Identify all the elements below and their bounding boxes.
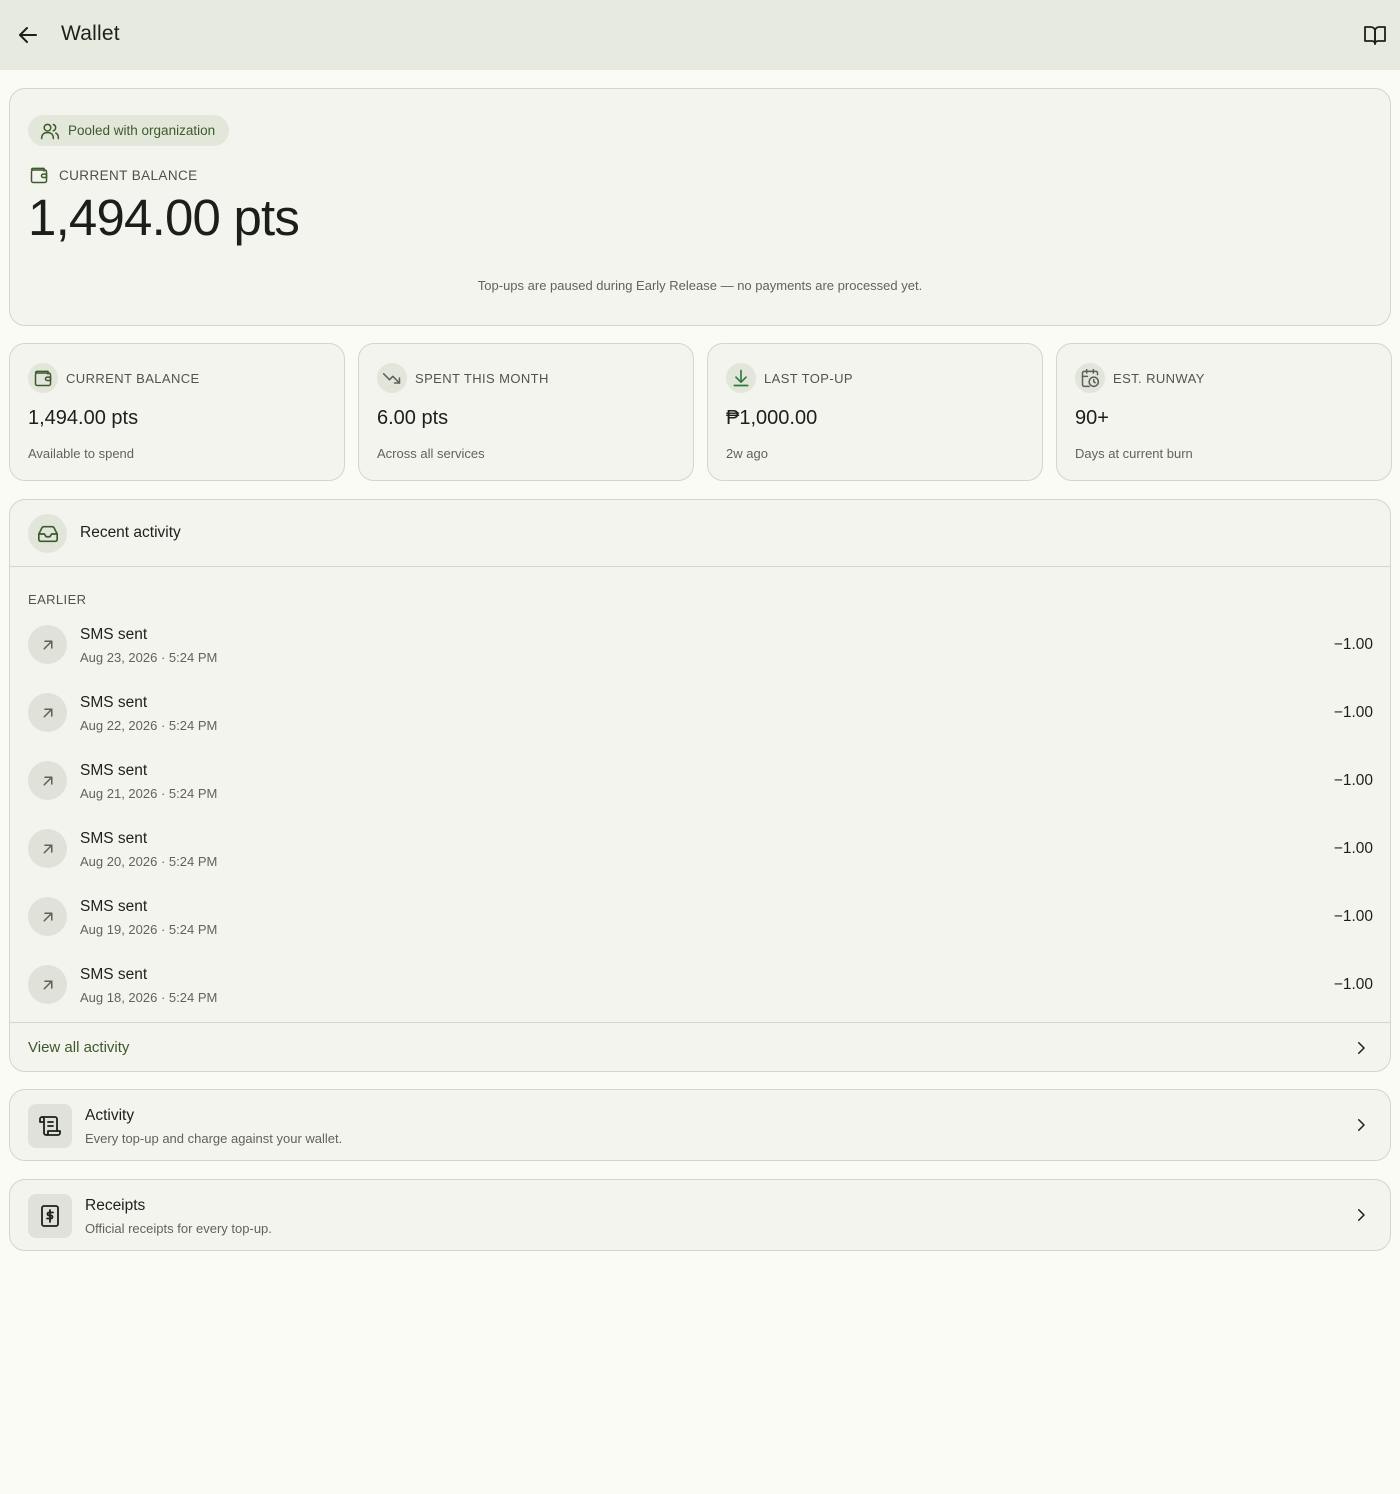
stat-card-last-top-up: LAST TOP-UP ₱1,000.00 2w ago <box>707 343 1043 481</box>
group-label-earlier: EARLIER <box>28 592 87 607</box>
activity-date: Aug 20, 2026 · 5:24 PM <box>80 854 218 869</box>
activity-amount: −1.00 <box>1333 704 1373 721</box>
stat-label: LAST TOP-UP <box>764 370 853 386</box>
nav-card-title: Receipts <box>85 1197 146 1214</box>
stat-head: SPENT THIS MONTH <box>377 363 549 393</box>
chevron-right-icon <box>1352 1039 1370 1057</box>
wallet-icon <box>30 167 48 184</box>
activity-date: Aug 23, 2026 · 5:24 PM <box>80 650 218 665</box>
page-title: Wallet <box>61 22 120 45</box>
stat-card-current-balance: CURRENT BALANCE 1,494.00 pts Available t… <box>9 343 345 481</box>
receipt-icon <box>28 1194 72 1238</box>
stat-card-est-runway: EST. RUNWAY 90+ Days at current burn <box>1056 343 1392 481</box>
arrow-up-right-icon <box>28 965 67 1004</box>
stat-head: CURRENT BALANCE <box>28 363 200 393</box>
activity-nav-card[interactable]: Activity Every top-up and charge against… <box>9 1089 1391 1161</box>
download-icon <box>726 363 756 393</box>
view-all-activity-link[interactable]: View all activity <box>10 1022 1390 1071</box>
activity-date: Aug 21, 2026 · 5:24 PM <box>80 786 218 801</box>
users-icon <box>40 123 60 139</box>
activity-amount: −1.00 <box>1333 772 1373 789</box>
arrow-up-right-icon <box>28 625 67 664</box>
stat-card-spent-this-month: SPENT THIS MONTH 6.00 pts Across all ser… <box>358 343 694 481</box>
balance-label-row: CURRENT BALANCE <box>29 165 198 185</box>
arrow-up-right-icon <box>28 897 67 936</box>
stat-head: EST. RUNWAY <box>1075 363 1205 393</box>
trending-down-icon <box>377 363 407 393</box>
docs-button[interactable] <box>1362 22 1388 48</box>
nav-card-subtitle: Official receipts for every top-up. <box>85 1221 272 1236</box>
receipts-nav-card[interactable]: Receipts Official receipts for every top… <box>9 1179 1391 1251</box>
recent-activity-title: Recent activity <box>80 524 181 541</box>
stat-value: ₱1,000.00 <box>726 407 818 429</box>
balance-label: CURRENT BALANCE <box>59 167 198 183</box>
activity-date: Aug 18, 2026 · 5:24 PM <box>80 990 218 1005</box>
activity-row[interactable]: SMS sent Aug 18, 2026 · 5:24 PM −1.00 <box>10 955 1390 1023</box>
activity-amount: −1.00 <box>1333 636 1373 653</box>
activity-name: SMS sent <box>80 694 148 711</box>
inbox-icon <box>28 514 67 553</box>
activity-name: SMS sent <box>80 626 148 643</box>
topup-notice: Top-ups are paused during Early Release … <box>477 278 923 293</box>
wallet-icon <box>28 363 58 393</box>
stat-label: EST. RUNWAY <box>1113 370 1205 386</box>
activity-amount: −1.00 <box>1333 840 1373 857</box>
activity-row[interactable]: SMS sent Aug 19, 2026 · 5:24 PM −1.00 <box>10 887 1390 955</box>
activity-name: SMS sent <box>80 898 148 915</box>
chevron-right-icon <box>1352 1206 1370 1224</box>
balance-value: 1,494.00 pts <box>28 189 300 246</box>
pooled-chip-label: Pooled with organization <box>68 123 216 138</box>
activity-amount: −1.00 <box>1333 976 1373 993</box>
nav-card-subtitle: Every top-up and charge against your wal… <box>85 1131 343 1146</box>
stat-value: 90+ <box>1075 407 1109 429</box>
activity-row[interactable]: SMS sent Aug 23, 2026 · 5:24 PM −1.00 <box>10 615 1390 683</box>
app-bar: Wallet <box>0 0 1400 70</box>
activity-date: Aug 22, 2026 · 5:24 PM <box>80 718 218 733</box>
scroll-icon <box>28 1104 72 1148</box>
back-button[interactable] <box>14 21 42 49</box>
stat-value: 6.00 pts <box>377 407 449 429</box>
recent-activity-card: Recent activity EARLIER SMS sent Aug 23,… <box>9 499 1391 1072</box>
calendar-clock-icon <box>1075 363 1105 393</box>
arrow-up-right-icon <box>28 829 67 868</box>
view-all-activity-label: View all activity <box>28 1039 130 1056</box>
nav-card-title: Activity <box>85 1107 135 1124</box>
activity-name: SMS sent <box>80 966 148 983</box>
stat-label: CURRENT BALANCE <box>66 370 200 386</box>
recent-activity-header: Recent activity <box>10 500 1390 567</box>
activity-row[interactable]: SMS sent Aug 21, 2026 · 5:24 PM −1.00 <box>10 751 1390 819</box>
stat-head: LAST TOP-UP <box>726 363 853 393</box>
stat-subtext: Available to spend <box>28 446 135 461</box>
arrow-up-right-icon <box>28 693 67 732</box>
activity-date: Aug 19, 2026 · 5:24 PM <box>80 922 218 937</box>
activity-row[interactable]: SMS sent Aug 20, 2026 · 5:24 PM −1.00 <box>10 819 1390 887</box>
pooled-chip: Pooled with organization <box>28 115 230 146</box>
activity-row[interactable]: SMS sent Aug 22, 2026 · 5:24 PM −1.00 <box>10 683 1390 751</box>
activity-amount: −1.00 <box>1333 908 1373 925</box>
activity-name: SMS sent <box>80 830 148 847</box>
arrow-left-icon <box>19 27 37 43</box>
activity-name: SMS sent <box>80 762 148 779</box>
stat-subtext: Across all services <box>377 446 485 461</box>
arrow-up-right-icon <box>28 761 67 800</box>
stat-value: 1,494.00 pts <box>28 407 139 429</box>
stat-label: SPENT THIS MONTH <box>415 370 549 386</box>
stat-subtext: 2w ago <box>726 446 768 461</box>
book-open-icon <box>1364 26 1386 45</box>
chevron-right-icon <box>1352 1116 1370 1134</box>
stat-subtext: Days at current burn <box>1075 446 1193 461</box>
balance-hero-card: Pooled with organization CURRENT BALANCE… <box>9 88 1391 326</box>
